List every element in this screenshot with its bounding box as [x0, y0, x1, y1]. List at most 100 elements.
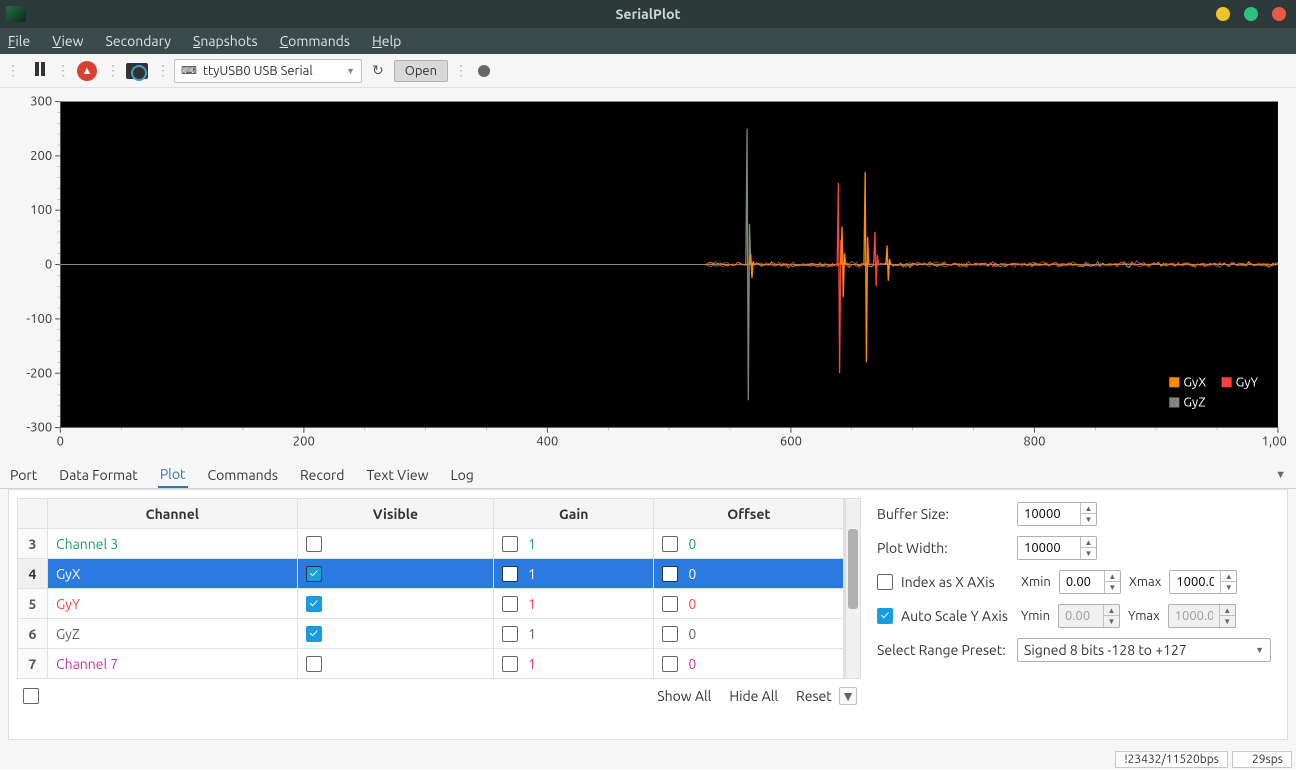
svg-text:300: 300: [30, 95, 52, 109]
gain-checkbox[interactable]: [502, 656, 518, 672]
chevron-down-icon[interactable]: ▼: [839, 687, 857, 705]
show-all-button[interactable]: Show All: [657, 688, 711, 704]
chart[interactable]: -300-200-100010020030002004006008001,000…: [10, 94, 1286, 457]
autoscale-y-label: Auto Scale Y Axis: [901, 608, 1013, 624]
svg-text:0: 0: [57, 435, 64, 449]
visible-checkbox[interactable]: [306, 566, 322, 582]
svg-text:GyZ: GyZ: [1183, 395, 1205, 409]
svg-text:-100: -100: [26, 312, 52, 326]
ymin-input: ▲▼: [1058, 604, 1120, 628]
preset-select[interactable]: Signed 8 bits -128 to +127▼: [1017, 638, 1271, 662]
tab-port[interactable]: Port: [8, 463, 39, 487]
table-row[interactable]: 4 GyX 1 0: [18, 559, 844, 589]
menu-secondary[interactable]: Secondary: [106, 33, 171, 49]
open-button[interactable]: Open: [394, 60, 448, 82]
visible-checkbox[interactable]: [306, 656, 322, 672]
close-button[interactable]: [1272, 7, 1286, 21]
plug-icon: ⌨: [181, 64, 197, 77]
offset-checkbox[interactable]: [662, 596, 678, 612]
svg-text:600: 600: [780, 435, 802, 449]
grip-icon: ⋮: [156, 62, 168, 79]
svg-text:400: 400: [536, 435, 558, 449]
index-x-label: Index as X AXis: [901, 574, 1013, 590]
svg-text:200: 200: [30, 149, 52, 163]
buffer-size-input[interactable]: ▲▼: [1017, 502, 1097, 526]
pause-icon: [35, 62, 39, 79]
svg-text:100: 100: [30, 203, 52, 217]
plot-area: -300-200-100010020030002004006008001,000…: [0, 88, 1296, 461]
visible-checkbox[interactable]: [306, 536, 322, 552]
chevron-down-icon: ▼: [1255, 645, 1264, 655]
offset-checkbox[interactable]: [662, 536, 678, 552]
menu-snapshots[interactable]: Snapshots: [193, 33, 258, 49]
ymax-label: Ymax: [1128, 609, 1160, 623]
menu-file[interactable]: File: [8, 33, 30, 49]
clear-button[interactable]: ▲: [74, 59, 100, 83]
th-offset: Offset: [654, 499, 844, 529]
status-sps: 29sps: [1232, 751, 1292, 768]
reset-button[interactable]: Reset ▼: [796, 687, 857, 705]
tabs-overflow-icon[interactable]: ▼: [1273, 465, 1288, 485]
tab-commands[interactable]: Commands: [206, 463, 280, 487]
snapshot-button[interactable]: [124, 59, 150, 83]
plot-settings-form: Buffer Size: ▲▼ Plot Width: ▲▼ Index as …: [869, 498, 1279, 731]
tab-log[interactable]: Log: [448, 463, 475, 487]
xmin-label: Xmin: [1021, 575, 1051, 589]
table-scrollbar[interactable]: [845, 498, 861, 679]
visible-checkbox[interactable]: [306, 596, 322, 612]
gain-checkbox[interactable]: [502, 536, 518, 552]
channel-table: Channel Visible Gain Offset 3 Channel 3 …: [17, 498, 844, 679]
table-footer: Show All Hide All Reset ▼: [17, 679, 861, 705]
grip-icon: ⋮: [56, 62, 68, 79]
tab-plot[interactable]: Plot: [158, 462, 188, 488]
fire-icon: ▲: [77, 61, 97, 81]
plot-width-label: Plot Width:: [877, 540, 1009, 556]
xmax-input[interactable]: ▲▼: [1169, 570, 1237, 594]
autoscale-y-checkbox[interactable]: [877, 608, 893, 624]
svg-text:1,000: 1,000: [1262, 435, 1286, 449]
maximize-button[interactable]: [1244, 7, 1258, 21]
gain-checkbox[interactable]: [502, 626, 518, 642]
menu-view[interactable]: View: [52, 33, 83, 49]
table-row[interactable]: 5 GyY 1 0: [18, 589, 844, 619]
reload-button[interactable]: ↻: [368, 62, 388, 79]
record-indicator: [478, 65, 490, 77]
toolbar: ⋮ ⋮ ▲ ⋮ ⋮ ⌨ ttyUSB0 USB Serial ▼ ↻ Open …: [0, 54, 1296, 88]
tab-data-format[interactable]: Data Format: [57, 463, 140, 487]
gain-checkbox[interactable]: [502, 566, 518, 582]
menubar: File View Secondary Snapshots Commands H…: [0, 28, 1296, 54]
status-bps: !23432/11520bps: [1115, 751, 1228, 768]
svg-text:0: 0: [45, 258, 52, 272]
table-row[interactable]: 3 Channel 3 1 0: [18, 529, 844, 559]
hide-all-button[interactable]: Hide All: [729, 688, 778, 704]
th-visible: Visible: [297, 499, 493, 529]
visible-checkbox[interactable]: [306, 626, 322, 642]
window-title: SerialPlot: [615, 6, 680, 22]
minimize-button[interactable]: [1216, 7, 1230, 21]
svg-text:GyY: GyY: [1236, 375, 1259, 389]
port-select-value: ttyUSB0 USB Serial: [203, 64, 313, 78]
xmax-label: Xmax: [1129, 575, 1161, 589]
xmin-input[interactable]: ▲▼: [1059, 570, 1121, 594]
offset-checkbox[interactable]: [662, 656, 678, 672]
statusbar: !23432/11520bps 29sps: [0, 748, 1296, 770]
th-channel: Channel: [48, 499, 298, 529]
offset-checkbox[interactable]: [662, 626, 678, 642]
menu-commands[interactable]: Commands: [280, 33, 350, 49]
pause-button[interactable]: [24, 59, 50, 83]
table-row[interactable]: 6 GyZ 1 0: [18, 619, 844, 649]
port-select[interactable]: ⌨ ttyUSB0 USB Serial ▼: [174, 59, 362, 83]
offset-checkbox[interactable]: [662, 566, 678, 582]
plot-width-input[interactable]: ▲▼: [1017, 536, 1097, 560]
gain-checkbox[interactable]: [502, 596, 518, 612]
svg-text:-300: -300: [26, 421, 52, 435]
plot-panel: Channel Visible Gain Offset 3 Channel 3 …: [8, 489, 1288, 740]
table-row[interactable]: 7 Channel 7 1 0: [18, 649, 844, 679]
preset-label: Select Range Preset:: [877, 642, 1009, 658]
grip-icon: ⋮: [6, 62, 18, 79]
index-x-checkbox[interactable]: [877, 574, 893, 590]
menu-help[interactable]: Help: [372, 33, 401, 49]
tab-record[interactable]: Record: [298, 463, 347, 487]
footer-checkbox[interactable]: [23, 688, 39, 704]
tab-text-view[interactable]: Text View: [365, 463, 431, 487]
